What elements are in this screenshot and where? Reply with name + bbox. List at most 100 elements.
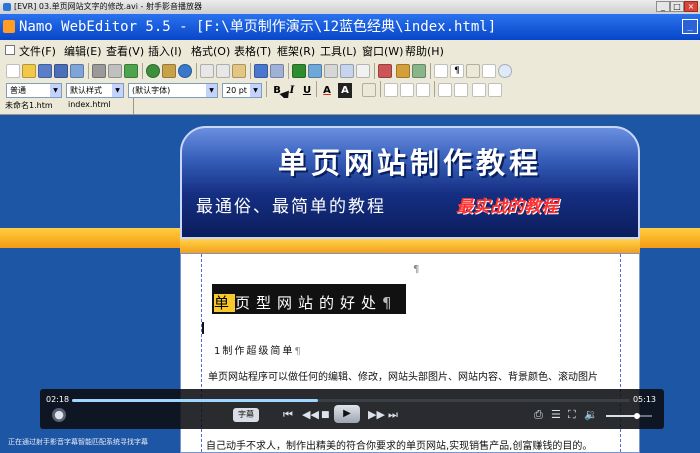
editor-title-bar: Namo WebEditor 5.5 - [F:\单页制作演示\12蓝色经典\i… [0, 14, 700, 40]
current-time: 02:18 [46, 395, 70, 404]
last-paragraph[interactable]: 自己动手不求人，制作出精美的符合你要求的单页网站,实现销售产品,创富赚钱的目的。 [204, 437, 595, 452]
menu-window[interactable]: 窗口(W) [362, 43, 403, 59]
forward-icon[interactable]: ⏭ [388, 408, 398, 422]
font-select[interactable]: (默认字体) ▼ [128, 83, 218, 98]
tab-index[interactable]: index.html [68, 100, 111, 109]
insert-link-icon[interactable] [292, 64, 306, 78]
video-controls: 02:18 05:13 ● 字幕 ⏮ ◀◀ ■ ▶ ▶▶ ⏭ ⎙ ☰ ⛶ 🔉 [40, 389, 664, 429]
insert-image-icon[interactable] [308, 64, 322, 78]
copy-icon[interactable] [216, 64, 230, 78]
paragraph-style-select[interactable]: 普通 ▼ [6, 83, 62, 98]
cut-icon[interactable] [200, 64, 214, 78]
show-marks-icon[interactable]: ¶ [450, 64, 464, 78]
eraser-icon[interactable] [362, 83, 376, 97]
redo-icon[interactable] [270, 64, 284, 78]
page-heading[interactable]: 单页型网站的好处¶ [214, 292, 398, 313]
insert-layer-icon[interactable] [340, 64, 354, 78]
screenshot-icon[interactable]: ⎙ [534, 408, 543, 422]
insert-table-icon[interactable] [324, 64, 338, 78]
subtitle-button[interactable]: 字幕 [233, 408, 259, 422]
maximize-icon[interactable]: □ [670, 1, 684, 12]
playlist-icon[interactable]: ☰ [551, 408, 561, 422]
show-tags-icon[interactable] [466, 64, 480, 78]
preview-icon[interactable] [162, 64, 176, 78]
heading-pilcrow: ¶ [382, 294, 398, 312]
highlight-color-button[interactable]: A [338, 83, 352, 98]
grid-icon[interactable] [434, 64, 448, 78]
menu-table[interactable]: 表格(T) [234, 43, 271, 59]
close-icon[interactable]: × [684, 1, 698, 12]
menu-format[interactable]: 格式(O) [191, 43, 230, 59]
doc-menu-icon [5, 45, 15, 55]
text-cursor [202, 322, 204, 334]
next-icon[interactable]: ▶▶ [368, 408, 385, 422]
volume-icon[interactable]: 🔉 [584, 408, 598, 422]
section-heading[interactable]: 1制作超级简单¶ [214, 342, 303, 357]
publish-icon[interactable] [70, 64, 84, 78]
object-icon[interactable] [378, 64, 392, 78]
menu-help[interactable]: 帮助(H) [405, 43, 444, 59]
minimize-icon[interactable]: _ [656, 1, 670, 12]
menu-file[interactable]: 文件(F) [19, 43, 56, 59]
status-message: 正在通过射手影音字幕智能匹配系统寻找字幕 [8, 438, 148, 446]
volume-knob[interactable] [634, 413, 641, 419]
menu-frame[interactable]: 框架(R) [277, 43, 315, 59]
save-all-icon[interactable] [54, 64, 68, 78]
text-color-button[interactable]: A [320, 83, 334, 98]
zoom-icon[interactable] [498, 64, 512, 78]
tag-icon[interactable] [412, 64, 426, 78]
fullscreen-icon[interactable]: ⛶ [568, 408, 576, 422]
menu-view[interactable]: 查看(V) [106, 43, 144, 59]
indent-icon[interactable] [488, 83, 502, 97]
layer-view-icon[interactable] [482, 64, 496, 78]
spellcheck-icon[interactable] [124, 64, 138, 78]
play-icon[interactable]: ▶ [334, 405, 360, 423]
standard-toolbar: ¶ [0, 62, 700, 81]
stop-icon[interactable]: ■ [321, 408, 330, 422]
print-icon[interactable] [92, 64, 106, 78]
preset-style-select[interactable]: 默认样式 ▼ [66, 83, 124, 98]
user-icon[interactable]: ● [52, 408, 66, 422]
paste-icon[interactable] [232, 64, 246, 78]
volume-slider[interactable] [606, 413, 652, 419]
undo-icon[interactable] [254, 64, 268, 78]
browser-preview-icon[interactable] [146, 64, 160, 78]
save-icon[interactable] [38, 64, 52, 78]
section-pilcrow: ¶ [294, 346, 303, 357]
underline-button[interactable]: U [300, 83, 314, 98]
insert-form-icon[interactable] [356, 64, 370, 78]
banner-badge: 最实战的教程 [456, 197, 558, 217]
seek-bar[interactable] [72, 399, 630, 402]
body-paragraph[interactable]: 单页网站程序可以做任何的编辑、修改，网站头部图片、网站内容、背景颜色、滚动图片 [208, 368, 598, 383]
tab-untitled[interactable]: 未命名1.htm [5, 100, 53, 111]
heading-block[interactable]: 单页型网站的好处¶ [212, 284, 406, 314]
outdent-icon[interactable] [472, 83, 486, 97]
edit-icon[interactable] [396, 64, 410, 78]
status-row: 正在通过射手影音字幕智能匹配系统寻找字幕 自己动手不求人，制作出精美的符合你要求… [0, 431, 700, 453]
chevron-down-icon: ▼ [50, 84, 61, 97]
numbered-list-icon[interactable] [438, 83, 452, 97]
font-size-select[interactable]: 20 pt ▼ [222, 83, 262, 98]
menu-insert[interactable]: 插入(I) [148, 43, 182, 59]
document-tabs: 未命名1.htm index.html [0, 98, 700, 115]
format-toolbar: 普通 ▼ 默认样式 ▼ (默认字体) ▼ 20 pt ▼ B I U A A [0, 80, 700, 104]
chevron-down-icon: ▼ [250, 84, 261, 97]
seek-progress [72, 399, 318, 402]
open-icon[interactable] [22, 64, 36, 78]
print-preview-icon[interactable] [108, 64, 122, 78]
align-left-icon[interactable] [384, 83, 398, 97]
new-icon[interactable] [6, 64, 20, 78]
rewind-icon[interactable]: ⏮ [283, 408, 293, 422]
prev-icon[interactable]: ◀◀ [302, 408, 319, 422]
bullet-list-icon[interactable] [454, 83, 468, 97]
ie-preview-icon[interactable] [178, 64, 192, 78]
total-time: 05:13 [632, 395, 656, 404]
align-right-icon[interactable] [416, 83, 430, 97]
preset-style-value: 默认样式 [70, 86, 102, 95]
editor-minimize-icon[interactable]: _ [682, 19, 698, 34]
menu-tools[interactable]: 工具(L) [320, 43, 357, 59]
heading-text: 页型网站的好处 [235, 294, 383, 312]
menu-edit[interactable]: 编辑(E) [64, 43, 102, 59]
align-center-icon[interactable] [400, 83, 414, 97]
banner-gold-band [180, 239, 640, 253]
